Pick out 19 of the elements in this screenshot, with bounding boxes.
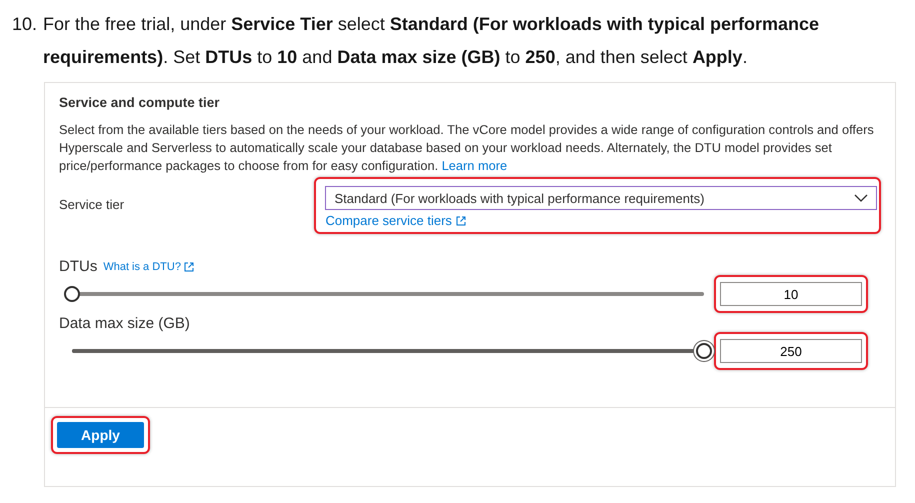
slider-label: DTUs (59, 258, 98, 275)
step-number: 10. (12, 13, 38, 36)
slider-label: Data max size (GB) (59, 315, 190, 332)
slider-thumb[interactable] (696, 343, 712, 359)
value-input[interactable]: 250 (720, 339, 862, 363)
external-link-icon (456, 216, 466, 226)
chevron-down-icon (854, 194, 868, 202)
field-label: Service tier (59, 196, 126, 212)
description-text: Select from the available tiers based on the needs of your workload. The vCore model provides a wide range of configuration controls and offers Hyperscale and Serverless to automatically scale your database based on your workload needs. Alternately, the DTU model provides set price/performance packages to choose from for easy configuration. Learn more (59, 121, 875, 175)
apply-button[interactable]: Apply (57, 422, 144, 448)
section-title: Service and compute tier (59, 95, 221, 110)
learn-more-link[interactable]: Learn more (442, 158, 508, 173)
instruction-text: For the free trial, under Service Tier select Standard (For workloads with typical performance requirements). Set DTUs to 10 and Data max size (GB) to 250, and then select Apply. (43, 13, 820, 69)
external-link-icon (184, 262, 194, 272)
compare-tiers-link[interactable]: Compare service tiers (325, 213, 452, 228)
service-tier-dropdown[interactable]: Standard (For workloads with typical performance requirements) (325, 186, 877, 210)
help-link[interactable]: What is a DTU? (103, 260, 181, 272)
slider-thumb[interactable] (64, 286, 80, 302)
value-input[interactable]: 10 (720, 282, 862, 306)
